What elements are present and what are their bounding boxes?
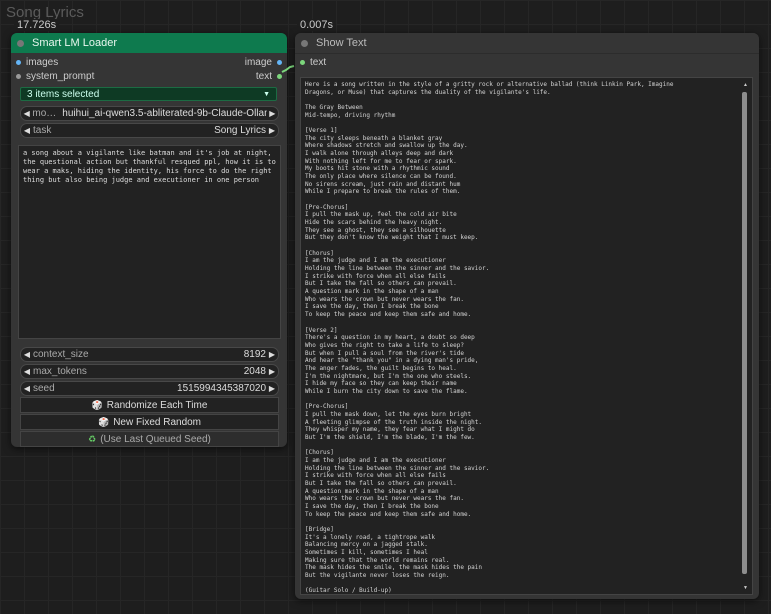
button-label: (Use Last Queued Seed) [100, 433, 211, 445]
arrow-right-icon[interactable]: ▶ [267, 109, 278, 118]
output-label: image [244, 57, 272, 68]
input-slot-system-prompt[interactable]: system_prompt [11, 71, 94, 82]
arrow-left-icon[interactable]: ◀ [21, 109, 32, 118]
items-selected-dropdown[interactable]: 3 items selected ▼ [20, 87, 277, 101]
arrow-right-icon[interactable]: ▶ [266, 367, 278, 376]
widget-value: 2048 [243, 366, 266, 377]
arrow-left-icon[interactable]: ◀ [21, 350, 33, 359]
widget-value: 1515994345387020 [177, 383, 266, 394]
input-label: images [26, 57, 59, 68]
caret-down-icon: ▼ [263, 90, 270, 98]
use-last-queued-seed-button[interactable]: ♻ (Use Last Queued Seed) [20, 431, 279, 447]
arrow-right-icon[interactable]: ▶ [266, 384, 278, 393]
input-dot-icon[interactable] [16, 74, 21, 79]
widget-value: 8192 [243, 349, 266, 360]
show-text-node[interactable]: Show Text text Here is a song written in… [295, 33, 759, 599]
input-slot-images[interactable]: images [11, 57, 58, 68]
input-label: system_prompt [26, 71, 95, 82]
input-dot-icon[interactable] [16, 60, 21, 65]
seed-number[interactable]: ◀ seed 1515994345387020 ▶ [20, 381, 279, 396]
output-dot-icon[interactable] [277, 74, 282, 79]
node-title: Show Text [316, 37, 367, 49]
scroll-up-icon[interactable]: ▲ [743, 82, 748, 88]
widget-label: max_tokens [33, 366, 87, 377]
scrollbar[interactable] [742, 92, 748, 586]
execution-time-show-text: 0.007s [297, 19, 337, 31]
scrollbar-thumb[interactable] [742, 92, 747, 574]
widget-label: seed [33, 383, 55, 394]
arrow-left-icon[interactable]: ◀ [21, 384, 33, 393]
arrow-left-icon[interactable]: ◀ [21, 126, 33, 135]
max-tokens-number[interactable]: ◀ max_tokens 2048 ▶ [20, 364, 279, 379]
context-size-number[interactable]: ◀ context_size 8192 ▶ [20, 347, 279, 362]
scroll-down-icon[interactable]: ▼ [743, 585, 748, 591]
output-text-area[interactable]: Here is a song written in the style of a… [300, 77, 753, 595]
new-fixed-random-button[interactable]: 🎲 New Fixed Random [20, 414, 279, 430]
dropdown-value: 3 items selected [27, 88, 100, 100]
node-header[interactable]: Smart LM Loader [11, 33, 287, 53]
button-label: Randomize Each Time [106, 399, 208, 411]
arrow-left-icon[interactable]: ◀ [21, 367, 33, 376]
output-text: Here is a song written in the style of a… [305, 81, 674, 595]
input-label: text [310, 57, 327, 68]
input-dot-icon[interactable] [300, 60, 305, 65]
widget-label: context_size [33, 349, 89, 360]
collapse-dot-icon[interactable] [301, 39, 308, 47]
node-title: Smart LM Loader [32, 37, 117, 49]
arrow-right-icon[interactable]: ▶ [266, 350, 278, 359]
prompt-textarea[interactable]: a song about a vigilante like batman and… [18, 145, 281, 339]
widget-value: Song Lyrics [214, 125, 266, 136]
task-combo[interactable]: ◀ task Song Lyrics ▶ [20, 123, 279, 138]
input-slot-text[interactable]: text [295, 57, 326, 68]
dice-icon: 🎲 [91, 399, 103, 410]
arrow-right-icon[interactable]: ▶ [266, 126, 278, 135]
output-label: text [255, 71, 272, 82]
execution-time-lm-loader: 17.726s [14, 19, 60, 31]
connection-wire [281, 65, 295, 73]
model-combo[interactable]: ◀ mo… huihui_ai-qwen3.5-abliterated-9b-C… [20, 106, 279, 121]
randomize-each-time-button[interactable]: 🎲 Randomize Each Time [20, 397, 279, 413]
dice-icon: 🎲 [97, 416, 110, 427]
smart-lm-loader-node[interactable]: Smart LM Loader images system_prompt ima… [11, 33, 287, 447]
collapse-dot-icon[interactable] [17, 39, 24, 47]
recycle-icon: ♻ [88, 433, 97, 444]
widget-label: mo… [32, 108, 57, 119]
node-header[interactable]: Show Text [295, 33, 759, 54]
widget-label: task [33, 125, 52, 136]
widget-value: huihui_ai-qwen3.5-abliterated-9b-Claude-… [62, 108, 267, 119]
button-label: New Fixed Random [113, 416, 202, 428]
